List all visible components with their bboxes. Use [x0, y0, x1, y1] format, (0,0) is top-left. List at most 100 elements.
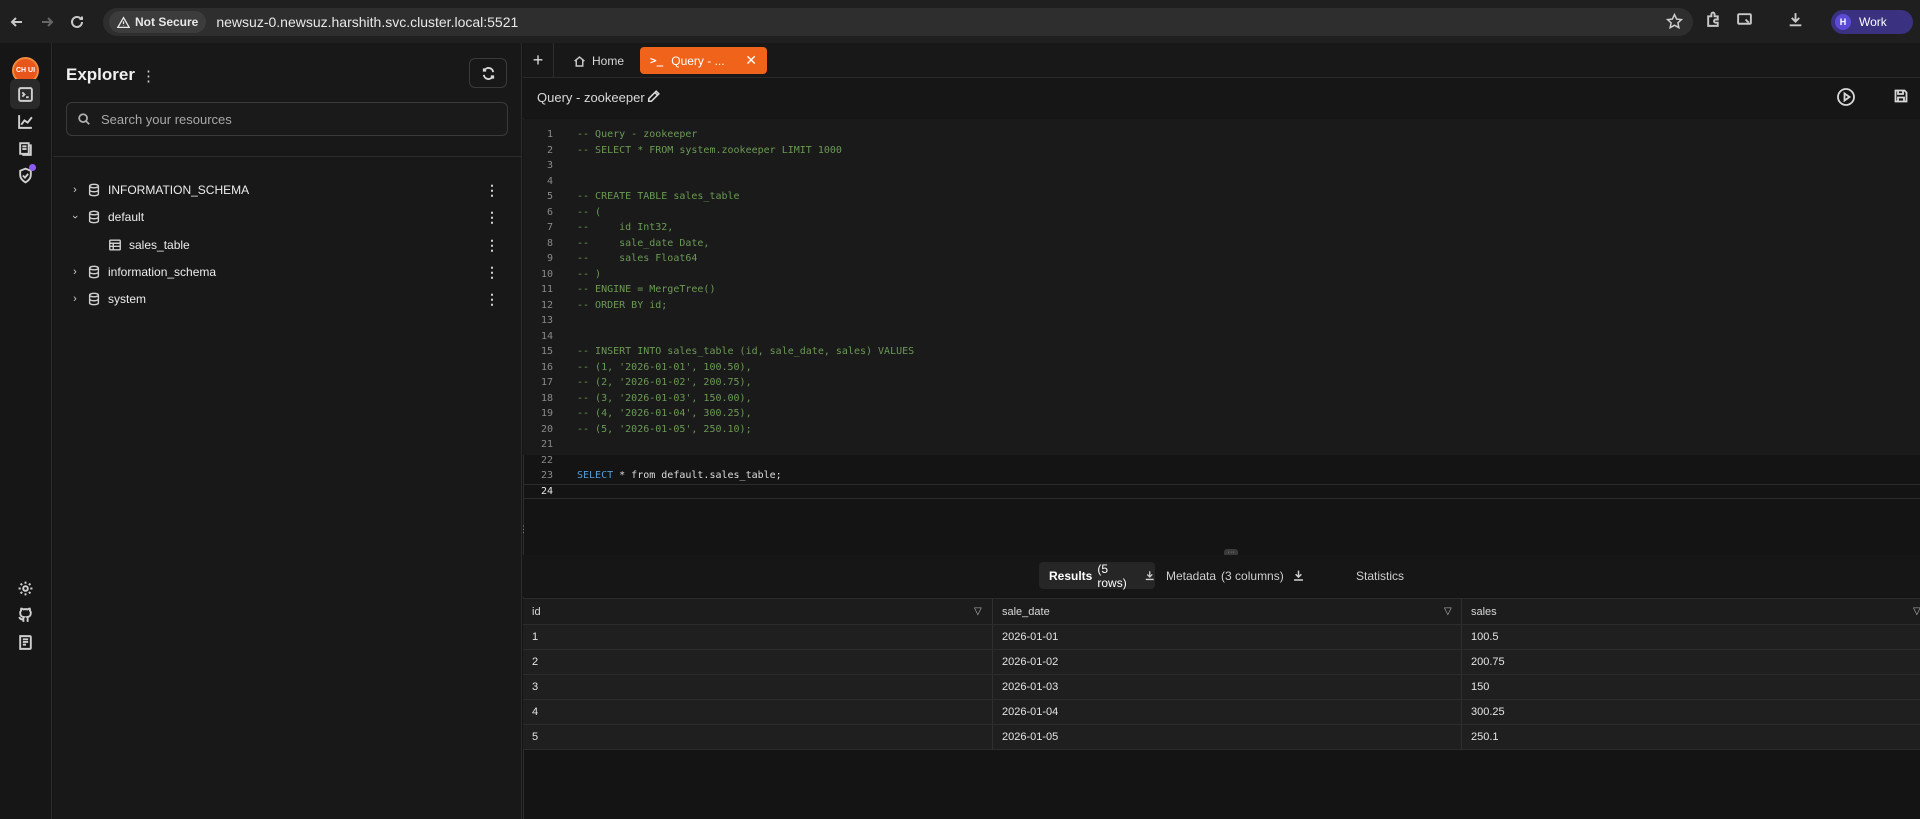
kebab-menu-icon[interactable]: ⋮ [485, 291, 499, 308]
close-tab-icon[interactable]: ✕ [745, 52, 757, 69]
explorer-menu-icon[interactable]: ⋮ [141, 67, 156, 85]
search-input[interactable] [101, 111, 481, 127]
editor-line[interactable]: 1 -- Query - zookeeper [523, 127, 1920, 142]
editor-line[interactable]: 21 [523, 437, 1920, 452]
editor-line[interactable]: 16 -- (1, '2026-01-01', 100.50), [523, 360, 1920, 375]
editor-line[interactable]: 15 -- INSERT INTO sales_table (id, sale_d… [523, 344, 1920, 359]
tree-item-sales-table[interactable]: sales_table ⋮ [53, 232, 522, 258]
table-cell[interactable]: 250.1 [1462, 725, 1920, 749]
table-cell[interactable]: 4 [523, 700, 992, 724]
editor-line[interactable]: 12 -- ORDER BY id; [523, 298, 1920, 313]
metrics-chart-icon[interactable] [10, 106, 40, 136]
editor-line[interactable]: 18 -- (3, '2026-01-03', 150.00), [523, 391, 1920, 406]
chevron-right-icon[interactable]: › [69, 266, 81, 278]
resource-search-field[interactable] [66, 102, 508, 136]
table-cell[interactable]: 100.5 [1462, 625, 1920, 649]
table-row[interactable]: 3 2026-01-03 150 [523, 675, 1920, 700]
column-header-id[interactable]: id [523, 599, 906, 624]
table-cell[interactable]: 150 [1462, 675, 1920, 699]
tab-results[interactable]: Results (5 rows) [1039, 562, 1155, 590]
table-cell[interactable]: 2026-01-04 [993, 700, 1461, 724]
table-cell[interactable]: 2026-01-01 [993, 625, 1461, 649]
filter-icon[interactable]: ▽ [1444, 606, 1452, 617]
new-tab-button[interactable]: + [527, 49, 549, 71]
tab-statistics[interactable]: Statistics [1356, 562, 1404, 589]
editor-line[interactable]: 17 -- (2, '2026-01-02', 200.75), [523, 375, 1920, 390]
editor-line[interactable]: 2 -- SELECT * FROM system.zookeeper LIMIT… [523, 143, 1920, 158]
tab-home[interactable]: Home [563, 48, 634, 74]
editor-line[interactable]: 13 [523, 313, 1920, 328]
settings-gear-icon[interactable] [10, 573, 40, 603]
editor-line[interactable]: 9 -- sales Float64 [523, 251, 1920, 266]
editor-line[interactable]: 6 -- ( [523, 205, 1920, 220]
table-row[interactable]: 2 2026-01-02 200.75 [523, 650, 1920, 675]
editor-line[interactable]: 11 -- ENGINE = MergeTree() [523, 282, 1920, 297]
forward-icon[interactable] [34, 9, 60, 35]
kebab-menu-icon[interactable]: ⋮ [485, 237, 499, 254]
editor-line[interactable]: 8 -- sale_date Date, [523, 236, 1920, 251]
save-query-icon[interactable] [1893, 88, 1913, 108]
table-cell[interactable]: 1 [523, 625, 992, 649]
tree-item-information-schema-upper[interactable]: › INFORMATION_SCHEMA ⋮ [53, 177, 522, 203]
editor-line[interactable]: 5 -- CREATE TABLE sales_table [523, 189, 1920, 204]
filter-icon[interactable]: ▽ [974, 606, 982, 617]
table-cell[interactable]: 3 [523, 675, 992, 699]
address-bar[interactable]: Not Secure newsuz-0.newsuz.harshith.svc.… [103, 8, 1693, 36]
editor-line[interactable]: 10 -- ) [523, 267, 1920, 282]
kebab-menu-icon[interactable]: ⋮ [485, 209, 499, 226]
chevron-right-icon[interactable]: › [69, 293, 81, 305]
editor-line[interactable]: 22 [523, 453, 1920, 468]
table-row[interactable]: 5 2026-01-05 250.1 [523, 725, 1920, 750]
table-cell[interactable]: 2026-01-02 [993, 650, 1461, 674]
tree-item-system[interactable]: › system ⋮ [53, 286, 522, 312]
column-header-sale-date[interactable]: sale_date [993, 599, 1461, 624]
filter-icon[interactable]: ▽ [1913, 606, 1920, 617]
tab-query[interactable]: >_ Query - ... ✕ [640, 47, 767, 74]
editor-line[interactable]: 14 [523, 329, 1920, 344]
kebab-menu-icon[interactable]: ⋮ [485, 182, 499, 199]
back-icon[interactable] [4, 9, 30, 35]
kebab-menu-icon[interactable]: ⋮ [485, 264, 499, 281]
docs-book-icon[interactable] [10, 627, 40, 657]
column-header-sales[interactable]: sales [1462, 599, 1912, 624]
bookmark-star-icon[interactable] [1665, 12, 1684, 35]
download-icon[interactable] [1787, 11, 1804, 33]
chevron-down-icon[interactable]: › [69, 211, 81, 223]
table-cell[interactable]: 2 [523, 650, 992, 674]
editor-line[interactable]: 7 -- id Int32, [523, 220, 1920, 235]
chevron-right-icon[interactable]: › [69, 184, 81, 196]
tree-item-information-schema[interactable]: › information_schema ⋮ [53, 259, 522, 285]
table-cell[interactable]: 5 [523, 725, 992, 749]
editor-line[interactable]: 4 [523, 174, 1920, 189]
sql-editor-icon[interactable] [10, 79, 40, 109]
table-cell[interactable]: 300.25 [1462, 700, 1920, 724]
sql-editor[interactable]: 1 -- Query - zookeeper 2 -- SELECT * FROM s… [523, 119, 1920, 499]
not-secure-badge[interactable]: Not Secure [109, 11, 207, 33]
reload-icon[interactable] [64, 9, 90, 35]
download-metadata-icon[interactable] [1292, 569, 1305, 582]
download-results-icon[interactable] [1144, 569, 1155, 582]
tab-metadata[interactable]: Metadata (3 columns) [1166, 562, 1336, 589]
vertical-resize-handle-icon[interactable]: ⋮ [519, 524, 528, 535]
url-text[interactable]: newsuz-0.newsuz.harshith.svc.cluster.loc… [216, 14, 518, 30]
edit-title-pencil-icon[interactable] [647, 89, 661, 108]
table-cell[interactable]: 2026-01-03 [993, 675, 1461, 699]
refresh-button[interactable] [469, 58, 507, 88]
table-row[interactable]: 4 2026-01-04 300.25 [523, 700, 1920, 725]
cast-icon[interactable] [1736, 11, 1753, 33]
editor-line[interactable]: 19 -- (4, '2026-01-04', 300.25), [523, 406, 1920, 421]
logs-icon[interactable] [10, 133, 40, 163]
table-row[interactable]: 1 2026-01-01 100.5 [523, 625, 1920, 650]
github-icon[interactable] [10, 600, 40, 630]
editor-line[interactable]: 23 SELECT * from default.sales_table; [523, 468, 1920, 483]
table-cell[interactable]: 200.75 [1462, 650, 1920, 674]
editor-line[interactable]: 20 -- (5, '2026-01-05', 250.10); [523, 422, 1920, 437]
profile-button[interactable]: H Work [1831, 10, 1913, 34]
editor-line[interactable]: 3 [523, 158, 1920, 173]
extensions-icon[interactable] [1705, 11, 1722, 33]
table-cell[interactable]: 2026-01-05 [993, 725, 1461, 749]
security-shield-icon[interactable] [10, 160, 40, 190]
run-query-play-icon[interactable] [1836, 87, 1858, 109]
editor-line[interactable]: 24 [523, 483, 1920, 499]
tree-item-default[interactable]: › default ⋮ [53, 204, 522, 230]
